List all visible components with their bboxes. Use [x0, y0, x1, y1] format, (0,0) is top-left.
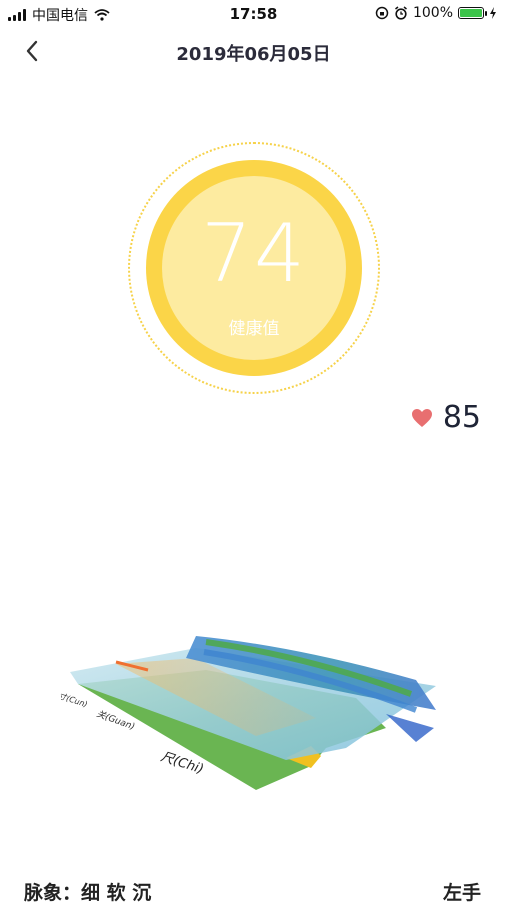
heart-icon [411, 408, 432, 427]
battery-icon [458, 7, 487, 19]
health-score-value: 74 [201, 207, 307, 300]
pulse-result: 脉象：细 软 沉 [24, 882, 152, 904]
heart-rate: 85 [411, 400, 481, 435]
health-score-gauge: 74 健康值 [128, 142, 380, 394]
status-right: 100% [375, 5, 497, 21]
status-bar: 中国电信 17:58 100% [0, 0, 507, 28]
charging-icon [490, 7, 496, 19]
hand-label: 左手 [442, 882, 481, 904]
rotation-lock-icon [375, 6, 389, 20]
nav-bar: 2019年06月05日 [0, 28, 507, 76]
heart-rate-value: 85 [442, 400, 481, 435]
alarm-icon [395, 6, 407, 20]
page-title: 2019年06月05日 [176, 44, 331, 65]
health-score-label: 健康值 [228, 319, 280, 339]
pulse-3d-chart: 寸(Cun) 关(Guan) 尺(Chi) [57, 636, 436, 790]
axis-label-cun: 寸(Cun) [57, 691, 88, 709]
battery-percent: 100% [412, 5, 453, 21]
